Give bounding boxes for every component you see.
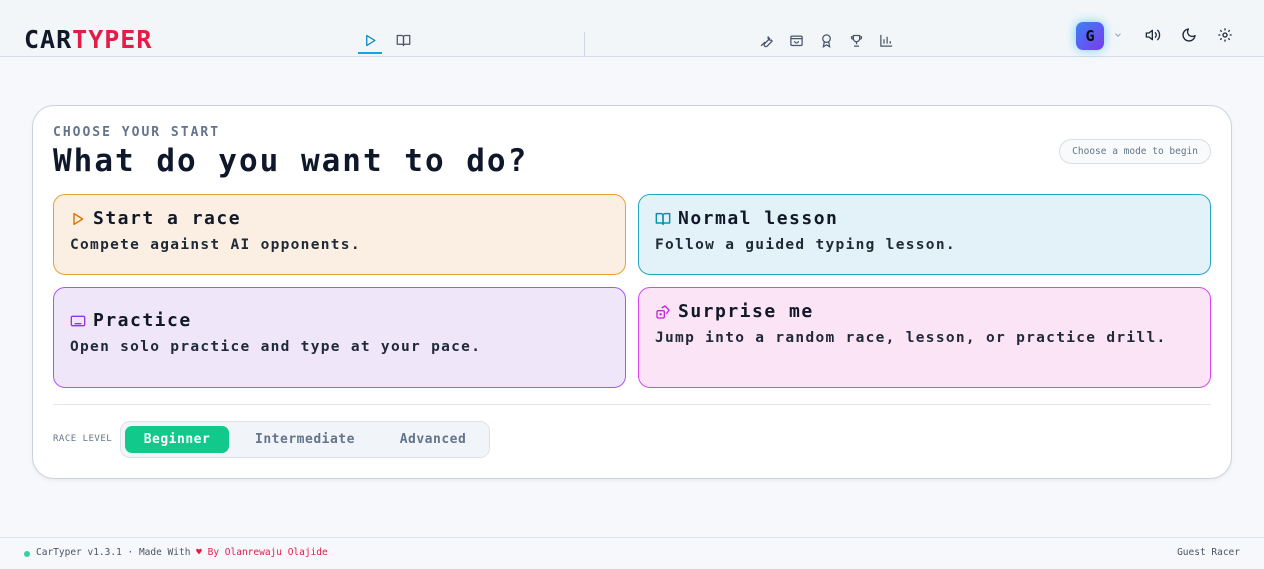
footer: CarTyper v1.3.1 · Made With ♥ By Olanrew…: [0, 537, 1264, 569]
dice-icon: [656, 304, 670, 319]
sound-toggle[interactable]: [1145, 27, 1163, 45]
level-advanced-button[interactable]: Advanced: [381, 426, 485, 453]
leaderboard-button[interactable]: [849, 33, 865, 49]
logo-typer: TYPER: [72, 25, 153, 54]
mode-title: Normal lesson: [678, 208, 839, 229]
footer-credits: CarTyper v1.3.1 · Made With ♥ By Olanrew…: [36, 547, 328, 558]
book-icon: [655, 212, 671, 225]
achievements-button[interactable]: [819, 33, 835, 49]
book-icon: [396, 34, 410, 47]
shop-button[interactable]: [789, 33, 805, 49]
volume-icon: [1145, 29, 1161, 41]
logo-car: CAR: [24, 25, 73, 54]
wrench-icon: [760, 35, 773, 48]
section-divider: [53, 404, 1211, 405]
mode-normal-lesson[interactable]: Normal lesson Follow a guided typing les…: [638, 194, 1211, 275]
top-bar: CARTYPER G: [0, 0, 1264, 57]
play-icon: [365, 34, 375, 47]
chevron-down-icon[interactable]: [1113, 30, 1123, 40]
trophy-icon: [850, 34, 863, 47]
mode-surprise-me[interactable]: Surprise me Jump into a random race, les…: [638, 287, 1211, 388]
status-dot: [24, 551, 30, 557]
stats-button[interactable]: [879, 33, 895, 49]
theme-toggle[interactable]: [1181, 27, 1199, 45]
race-level-label: RACE LEVEL: [53, 434, 113, 444]
avatar-initial: G: [1085, 27, 1095, 45]
mode-start-race[interactable]: Start a race Compete against AI opponent…: [53, 194, 626, 275]
eyebrow-label: CHOOSE YOUR START: [53, 125, 221, 140]
bag-icon: [790, 35, 803, 47]
level-beginner-button[interactable]: Beginner: [125, 426, 229, 453]
mode-title: Surprise me: [678, 301, 814, 322]
user-avatar[interactable]: G: [1076, 22, 1104, 50]
gear-icon: [1218, 28, 1232, 42]
bar-chart-icon: [880, 34, 893, 47]
nav-lesson-button[interactable]: [391, 28, 415, 54]
play-icon: [73, 212, 84, 225]
page-title: What do you want to do?: [53, 143, 529, 179]
race-level-selector: Beginner Intermediate Advanced: [120, 421, 490, 458]
mode-title: Start a race: [93, 208, 242, 229]
level-intermediate-button[interactable]: Intermediate: [235, 426, 375, 453]
mode-practice[interactable]: Practice Open solo practice and type at …: [53, 287, 626, 388]
version-text: CarTyper v1.3.1 · Made With: [36, 547, 191, 558]
header-divider: [584, 32, 585, 56]
mode-selection-card: CHOOSE YOUR START What do you want to do…: [32, 105, 1232, 479]
nav-race-button[interactable]: [358, 28, 382, 54]
mode-description: Jump into a random race, lesson, or prac…: [655, 330, 1167, 346]
current-user: Guest Racer: [1177, 547, 1240, 558]
award-icon: [822, 34, 831, 49]
moon-icon: [1182, 28, 1196, 42]
hint-badge: Choose a mode to begin: [1059, 139, 1211, 164]
mode-description: Open solo practice and type at your pace…: [70, 339, 482, 355]
settings-button[interactable]: [1217, 27, 1235, 45]
heart-icon: ♥: [196, 547, 202, 558]
app-logo[interactable]: CARTYPER: [24, 27, 152, 53]
mode-title: Practice: [93, 310, 192, 331]
mode-description: Follow a guided typing lesson.: [655, 237, 956, 253]
mode-description: Compete against AI opponents.: [70, 237, 361, 253]
keyboard-icon: [70, 315, 86, 326]
author-link[interactable]: By Olanrewaju Olajide: [208, 547, 328, 558]
tools-button[interactable]: [759, 33, 775, 49]
